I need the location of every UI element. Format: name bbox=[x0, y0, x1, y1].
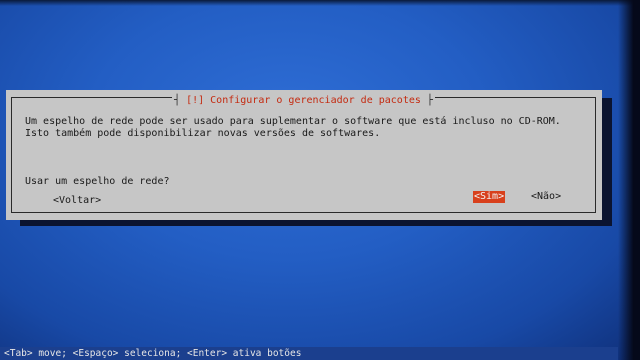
dialog-question: Usar um espelho de rede? bbox=[25, 176, 170, 187]
back-button[interactable]: <Voltar> bbox=[53, 195, 101, 207]
title-border-right: ├ bbox=[426, 95, 433, 106]
monitor-bezel-right bbox=[618, 0, 640, 360]
package-manager-dialog: ┤ [!] Configurar o gerenciador de pacote… bbox=[6, 90, 602, 220]
no-button[interactable]: <Não> bbox=[531, 191, 561, 203]
keyboard-help-text: <Tab> move; <Espaço> seleciona; <Enter> … bbox=[4, 348, 302, 359]
dialog-description: Um espelho de rede pode ser usado para s… bbox=[25, 116, 599, 140]
dialog-title-marker: [!] bbox=[186, 95, 205, 106]
status-bar: <Tab> move; <Espaço> seleciona; <Enter> … bbox=[0, 347, 618, 360]
monitor-bezel-top bbox=[0, 0, 640, 6]
dialog-title: ┤ [!] Configurar o gerenciador de pacote… bbox=[172, 95, 435, 107]
installer-screen: ┤ [!] Configurar o gerenciador de pacote… bbox=[0, 0, 640, 360]
dialog-frame: ┤ [!] Configurar o gerenciador de pacote… bbox=[11, 95, 599, 213]
description-line-1: Um espelho de rede pode ser usado para s… bbox=[25, 116, 561, 127]
description-line-2: Isto também pode disponibilizar novas ve… bbox=[25, 128, 381, 139]
yes-button[interactable]: <Sim> bbox=[473, 191, 506, 203]
title-border-left: ┤ bbox=[174, 95, 181, 106]
dialog-title-text: Configurar o gerenciador de pacotes bbox=[210, 95, 421, 106]
